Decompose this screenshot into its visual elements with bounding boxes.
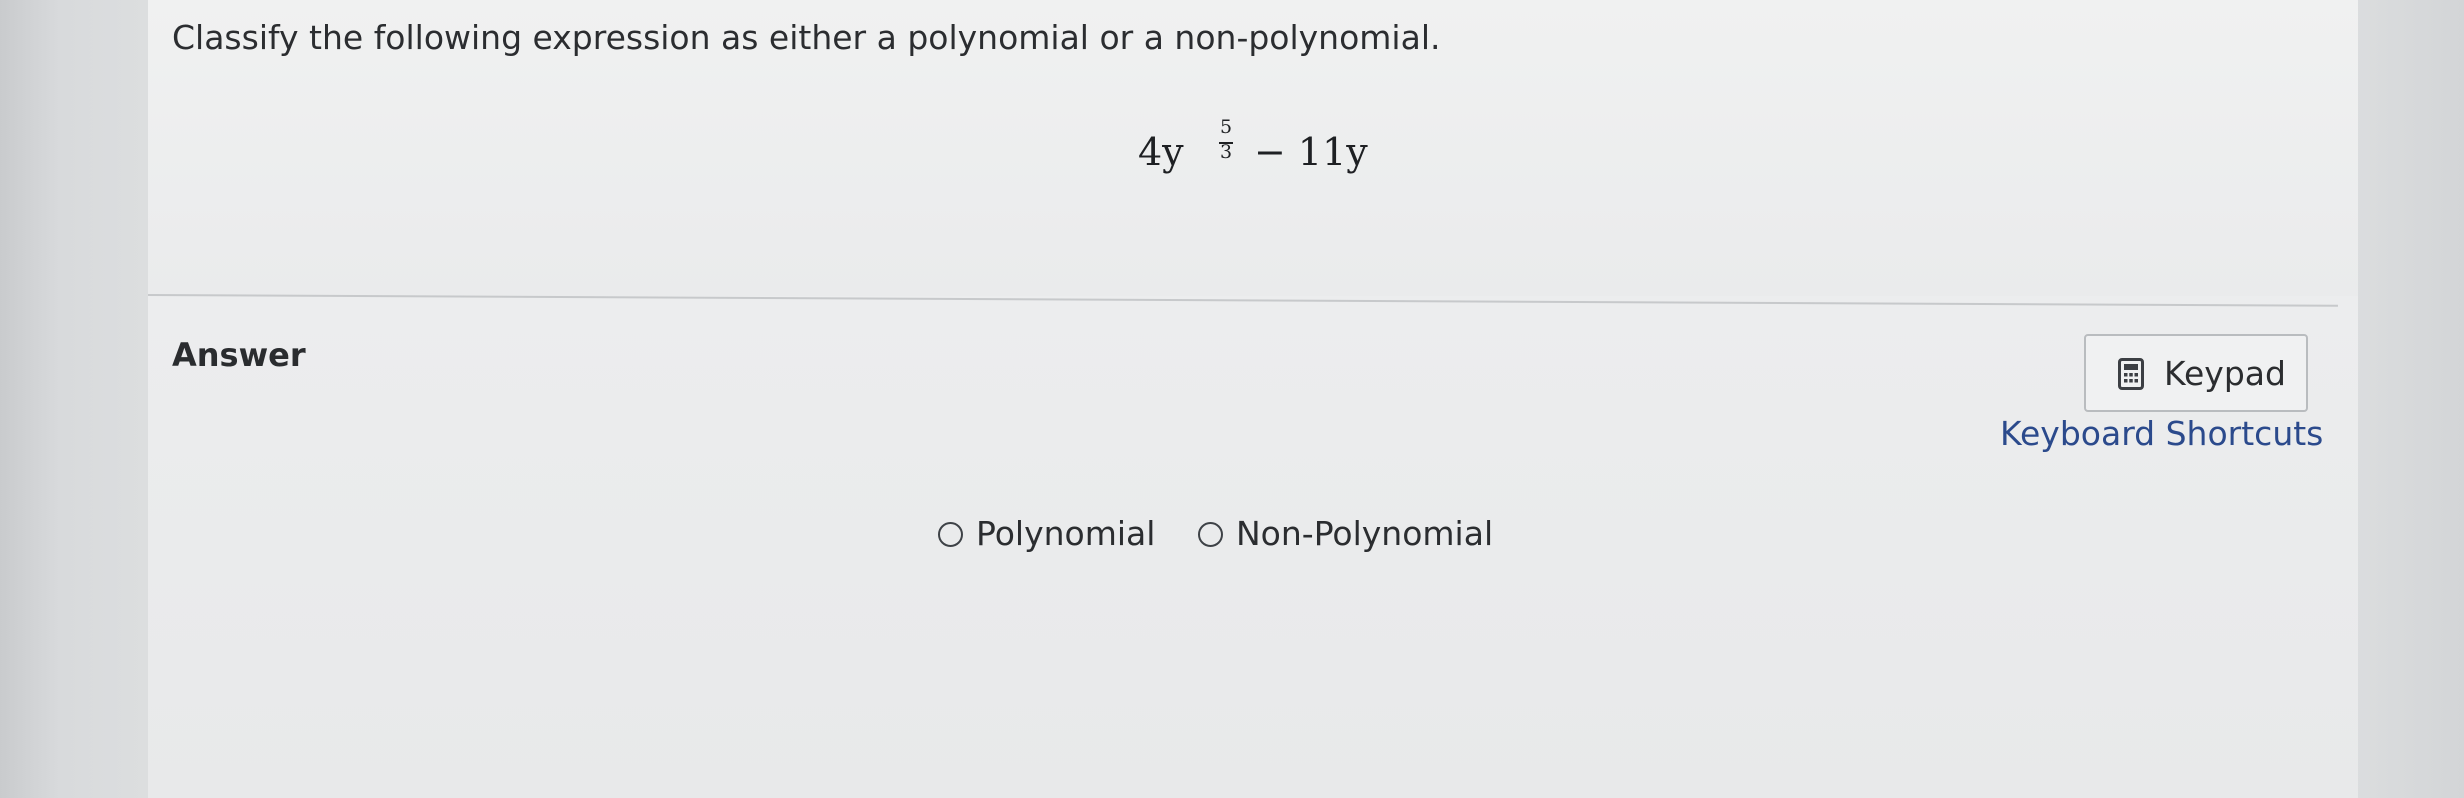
answer-heading: Answer [172,336,306,374]
polynomial-radio[interactable] [938,522,963,547]
non-polynomial-radio[interactable] [1198,522,1223,547]
question-area: Classify the following expression as eit… [148,0,2358,296]
question-prompt: Classify the following expression as eit… [172,18,1441,57]
screen: Classify the following expression as eit… [0,0,2464,798]
expression-term-11y: − 11y [1254,130,1368,174]
exponent-numerator: 5 [1219,116,1233,138]
question-panel: Classify the following expression as eit… [147,0,2358,798]
expression-term-4y: 4y [1138,130,1184,174]
polynomial-label[interactable]: Polynomial [976,514,1155,553]
calculator-icon [2118,358,2144,390]
non-polynomial-label[interactable]: Non-Polynomial [1236,514,1493,553]
keypad-button-label: Keypad [2164,354,2286,393]
exponent-denominator: 3 [1219,141,1233,163]
keyboard-shortcuts-link[interactable]: Keyboard Shortcuts [2000,414,2323,453]
keypad-button[interactable]: Keypad [2084,334,2308,412]
